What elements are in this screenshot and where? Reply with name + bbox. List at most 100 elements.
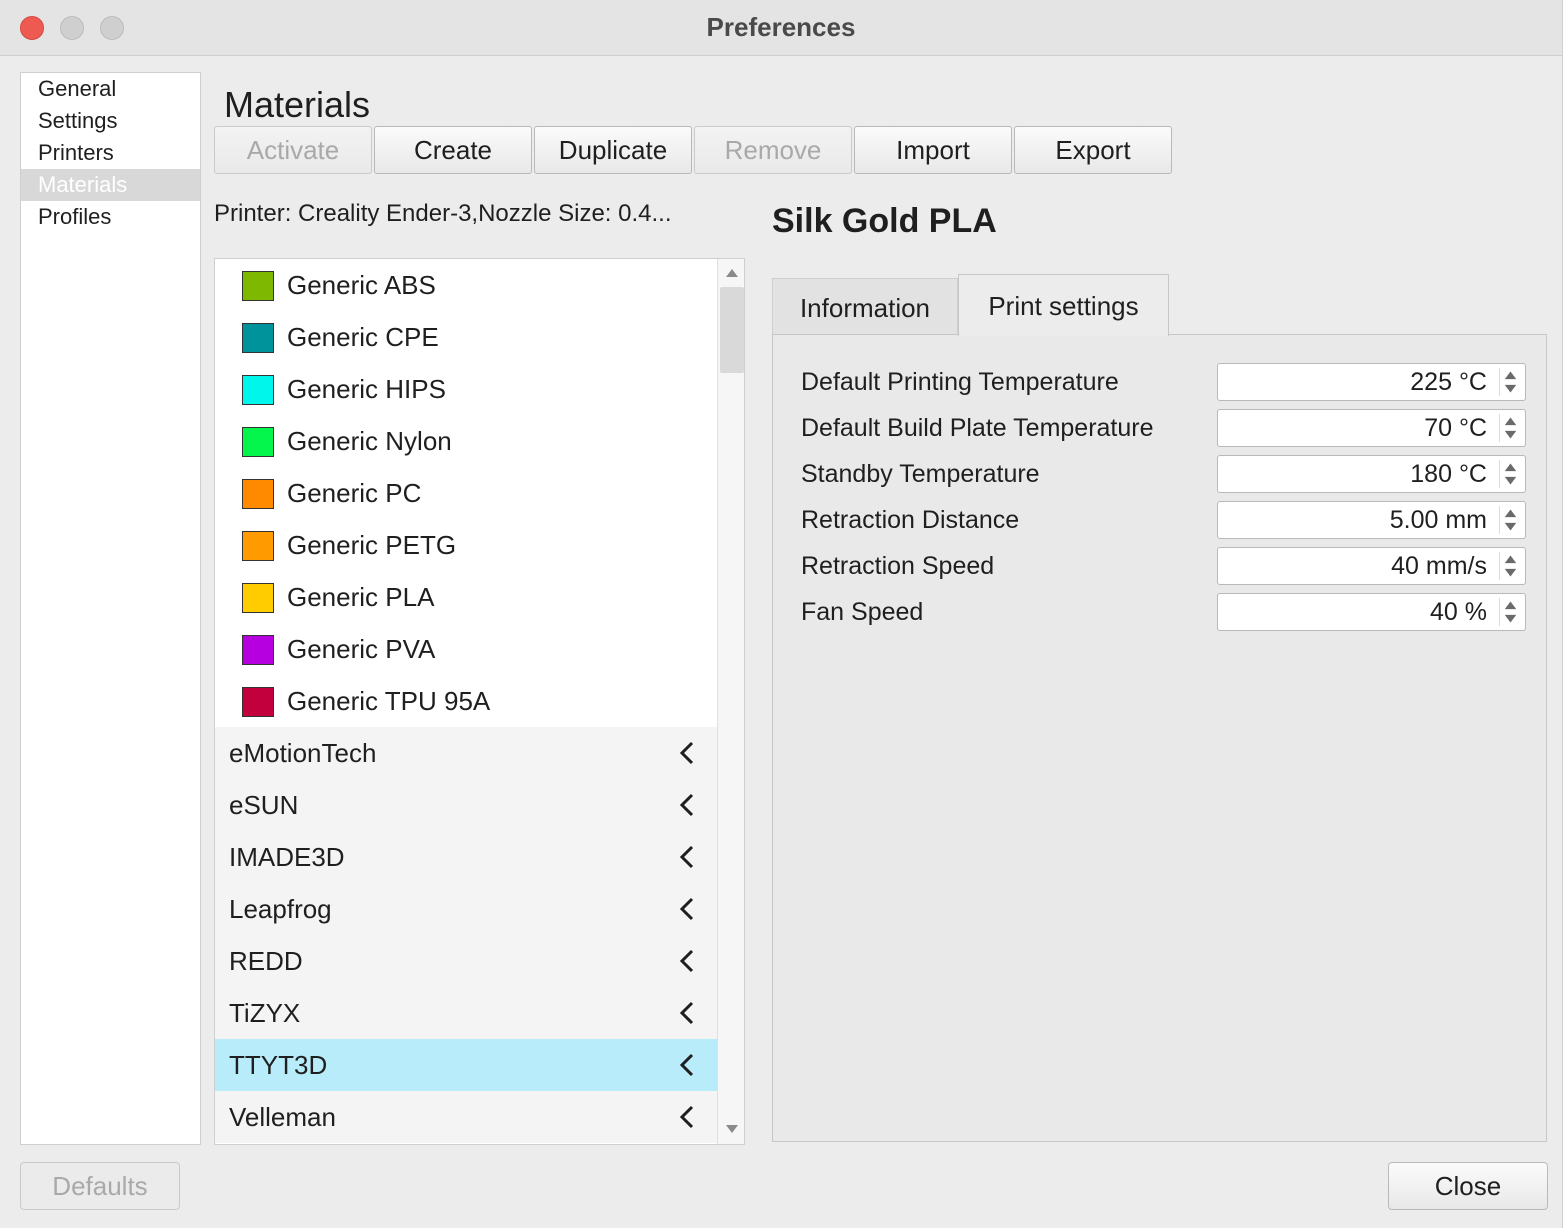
scroll-down-arrow-icon[interactable] [724,1123,740,1135]
chevron-left-icon[interactable] [675,792,701,818]
material-item[interactable]: Generic PC [215,467,717,519]
brand-item-label: IMADE3D [229,842,345,872]
material-item[interactable]: Generic PVA [215,623,717,675]
window-title: Preferences [706,12,856,42]
setting-row: Retraction Distance 5.00 mm [801,501,1541,539]
sidebar-item-printers[interactable]: Printers [21,137,200,169]
brand-item[interactable]: REDD [215,935,717,987]
stepper-arrows-icon[interactable] [1499,460,1521,488]
stepper-arrows-icon[interactable] [1499,414,1521,442]
tab-information[interactable]: Information [772,278,958,336]
setting-label: Default Printing Temperature [801,368,1119,396]
material-list[interactable]: Generic ABS Generic CPE Generic HIPS Gen… [214,258,745,1145]
printer-info-label: Printer: Creality Ender-3,Nozzle Size: 0… [214,200,672,227]
printing-temperature-spinbox[interactable]: 225 °C [1217,363,1526,401]
chevron-left-icon[interactable] [675,948,701,974]
color-swatch [242,323,274,353]
duplicate-button[interactable]: Duplicate [534,126,692,174]
brand-item[interactable]: Leapfrog [215,883,717,935]
setting-label: Default Build Plate Temperature [801,414,1154,442]
build-plate-temperature-spinbox[interactable]: 70 °C [1217,409,1526,447]
import-button[interactable]: Import [854,126,1012,174]
tab-print-settings[interactable]: Print settings [958,274,1169,336]
material-item[interactable]: Generic HIPS [215,363,717,415]
setting-row: Default Build Plate Temperature 70 °C [801,409,1541,447]
chevron-left-icon[interactable] [675,1000,701,1026]
color-swatch [242,687,274,717]
spinbox-value: 40 mm/s [1391,552,1487,580]
brand-item-label: Velleman [229,1102,336,1132]
stepper-arrows-icon[interactable] [1499,506,1521,534]
window-edge [1562,0,1568,1228]
export-button[interactable]: Export [1014,126,1172,174]
setting-row: Standby Temperature 180 °C [801,455,1541,493]
material-item[interactable]: Generic PLA [215,571,717,623]
color-swatch [242,635,274,665]
chevron-left-icon[interactable] [675,844,701,870]
setting-row: Retraction Speed 40 mm/s [801,547,1541,585]
retraction-distance-spinbox[interactable]: 5.00 mm [1217,501,1526,539]
spinbox-value: 70 °C [1424,414,1487,442]
stepper-arrows-icon[interactable] [1499,598,1521,626]
brand-item-label: eSUN [229,790,299,820]
spinbox-value: 5.00 mm [1389,506,1487,534]
fan-speed-spinbox[interactable]: 40 % [1217,593,1526,631]
material-item-label: Generic CPE [287,322,439,352]
chevron-left-icon[interactable] [675,896,701,922]
brand-item[interactable]: Velleman [215,1091,717,1143]
color-swatch [242,583,274,613]
material-item-label: Generic PVA [287,634,436,664]
brand-item[interactable]: eSUN [215,779,717,831]
print-settings-panel: Default Printing Temperature 225 °C Defa… [772,334,1547,1142]
preferences-sidebar: General Settings Printers Materials Prof… [20,72,201,1145]
brand-item[interactable]: TiZYX [215,987,717,1039]
color-swatch [242,375,274,405]
material-item-label: Generic Nylon [287,426,452,456]
spinbox-value: 225 °C [1410,368,1487,396]
standby-temperature-spinbox[interactable]: 180 °C [1217,455,1526,493]
create-button[interactable]: Create [374,126,532,174]
color-swatch [242,427,274,457]
scroll-up-arrow-icon[interactable] [724,267,740,279]
sidebar-item-settings[interactable]: Settings [21,105,200,137]
material-list-items: Generic ABS Generic CPE Generic HIPS Gen… [215,259,717,1143]
chevron-left-icon[interactable] [675,1052,701,1078]
list-scrollbar[interactable] [717,259,744,1144]
defaults-button[interactable]: Defaults [20,1162,180,1210]
brand-item-label: TiZYX [229,998,301,1028]
material-item[interactable]: Generic CPE [215,311,717,363]
material-item-label: Generic HIPS [287,374,446,404]
sidebar-item-materials[interactable]: Materials [21,169,200,201]
color-swatch [242,531,274,561]
setting-label: Fan Speed [801,598,924,626]
chevron-left-icon[interactable] [675,740,701,766]
material-item[interactable]: Generic Nylon [215,415,717,467]
sidebar-item-profiles[interactable]: Profiles [21,201,200,233]
brand-item-selected[interactable]: TTYT3D [215,1039,717,1091]
brand-item[interactable]: eMotionTech [215,727,717,779]
brand-item-label: TTYT3D [229,1050,328,1080]
spinbox-value: 40 % [1430,598,1487,626]
remove-button[interactable]: Remove [694,126,852,174]
retraction-speed-spinbox[interactable]: 40 mm/s [1217,547,1526,585]
material-item-label: Generic PLA [287,582,435,612]
brand-item-label: REDD [229,946,303,976]
material-item[interactable]: Generic ABS [215,259,717,311]
brand-item-label: Leapfrog [229,894,332,924]
material-item[interactable]: Generic PETG [215,519,717,571]
brand-item-label: eMotionTech [229,738,377,768]
activate-button[interactable]: Activate [214,126,372,174]
sidebar-item-general[interactable]: General [21,73,200,105]
stepper-arrows-icon[interactable] [1499,368,1521,396]
brand-item[interactable]: IMADE3D [215,831,717,883]
window-titlebar: Preferences [0,0,1562,56]
setting-label: Retraction Speed [801,552,995,580]
scroll-thumb[interactable] [720,287,744,373]
stepper-arrows-icon[interactable] [1499,552,1521,580]
chevron-left-icon[interactable] [675,1104,701,1130]
page-title: Materials [224,84,371,125]
material-item[interactable]: Generic TPU 95A [215,675,717,727]
setting-row: Default Printing Temperature 225 °C [801,363,1541,401]
close-button[interactable]: Close [1388,1162,1548,1210]
spinbox-value: 180 °C [1410,460,1487,488]
